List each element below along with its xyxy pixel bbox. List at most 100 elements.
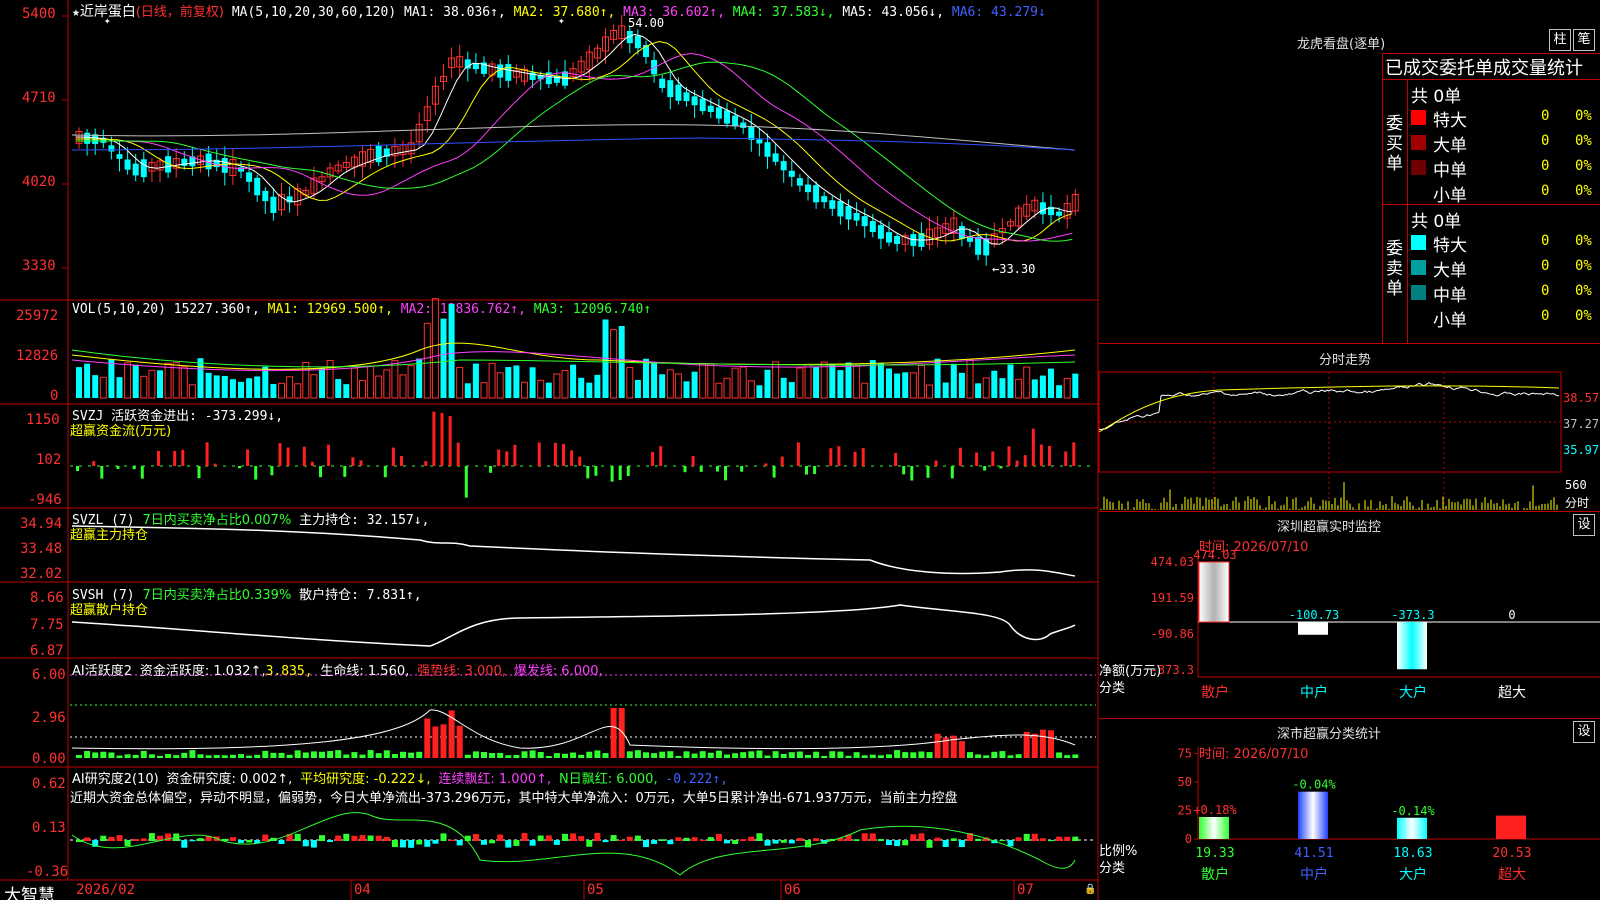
research-bar (586, 840, 593, 847)
research-bar (229, 837, 236, 841)
research-bar (999, 840, 1006, 842)
sell-row-swatch (1411, 235, 1426, 250)
research-bar (772, 840, 779, 844)
monitor-panel[interactable]: 深圳超赢实时监控 设 时间: 2026/07/10 474.03 191.59 -9… (1099, 511, 1600, 718)
ai2-chart[interactable] (0, 0, 1100, 900)
classify-bar (1397, 817, 1427, 839)
monitor-bar-label: -100.73 (1289, 608, 1340, 622)
research-bar (383, 836, 390, 841)
classify-ylabel: 比例% (1099, 844, 1137, 859)
research-bar (1064, 836, 1071, 841)
research-bar (448, 839, 455, 841)
research-bar (1039, 838, 1046, 841)
research-bar (367, 835, 374, 841)
sell-row-swatch (1411, 260, 1426, 275)
classify-value: 41.51 (1294, 846, 1333, 861)
research-bar (440, 833, 447, 841)
classify-value: 19.33 (1195, 846, 1234, 861)
buy-row-name: 中单 (1433, 161, 1467, 181)
sell-row-name: 中单 (1433, 286, 1467, 306)
sell-row-value: 0 (1541, 258, 1550, 274)
research-bar (594, 833, 601, 841)
intraday-panel[interactable]: 分时走势 38.57 37.27 35.97 560 分时 (1098, 343, 1600, 512)
lock-icon[interactable]: 🔒 (1084, 884, 1096, 895)
sell-row-name: 大单 (1433, 261, 1467, 281)
classify-xlabel: 分类 (1099, 861, 1125, 876)
classify-tick: 75 (1178, 747, 1192, 761)
monitor-bar-label: 474.03 (1193, 548, 1236, 562)
research-bar (400, 840, 406, 848)
monitor-bar (1397, 622, 1427, 670)
research-bar (310, 840, 317, 848)
bar-mode-button[interactable]: 柱 (1549, 29, 1571, 51)
date-tick: 04 (354, 882, 371, 898)
research-bar (788, 840, 795, 844)
research-bar (189, 840, 196, 842)
tick-mode-button[interactable]: 笔 (1573, 29, 1595, 51)
buy-row-pct: 0% (1575, 133, 1592, 149)
sell-row-pct: 0% (1575, 283, 1592, 299)
classify-category: 散户 (1201, 866, 1229, 883)
monitor-category: 散户 (1201, 684, 1229, 701)
research-bar (894, 840, 901, 847)
classify-bar (1199, 816, 1229, 839)
buy-row-value: 0 (1541, 158, 1550, 174)
sell-total: 共 0单 (1411, 212, 1462, 232)
sell-row-value: 0 (1541, 233, 1550, 249)
research-bar (424, 840, 431, 847)
research-bar (537, 835, 544, 841)
research-bar (472, 834, 479, 841)
classify-panel[interactable]: 深市超赢分类统计 设 时间: 2026/07/10 75 50 25 0 +0.18% 1… (1099, 718, 1600, 900)
buy-row-value: 0 (1541, 108, 1550, 124)
classify-tick: 50 (1178, 775, 1192, 789)
research-bar (707, 837, 714, 841)
intraday-vol-label: 分时 (1565, 496, 1590, 510)
date-tick: 07 (1017, 882, 1034, 898)
research-bar (116, 835, 123, 841)
classify-delta: -0.04% (1292, 778, 1336, 792)
research-bar (327, 840, 334, 842)
research-bar (100, 835, 107, 841)
research-bar (1048, 840, 1054, 842)
research-bar (578, 836, 585, 841)
monitor-tick: -90.86 (1151, 627, 1194, 641)
research-bar (740, 839, 747, 841)
intraday-vol-tick: 560 (1565, 478, 1587, 492)
classify-category: 超大 (1498, 867, 1526, 883)
research-bar (529, 840, 536, 846)
main-chart-area[interactable]: 5400 4710 4020 3330 ★近岸蛋白(日线，前复权) MA(5,1… (0, 0, 1100, 900)
research-bar (132, 839, 139, 841)
classify-tick: 25 (1178, 804, 1192, 818)
intraday-tick: 35.97 (1563, 443, 1600, 457)
buy-row-swatch (1411, 185, 1426, 200)
research-bar (294, 833, 301, 841)
monitor-chart[interactable]: 474.03 191.59 -90.86 -373.3 474.03 散户 -100.73 中… (1099, 512, 1600, 719)
research-bar (521, 833, 528, 841)
intraday-tick: 37.27 (1563, 417, 1600, 431)
research-bar (667, 840, 674, 845)
sell-row-pct: 0% (1575, 258, 1592, 274)
research-bar (748, 836, 755, 841)
research-bar (626, 836, 633, 841)
research-bar (1056, 836, 1063, 841)
research-bar (877, 839, 884, 841)
classify-delta: -0.14% (1391, 804, 1435, 818)
research-bar (570, 833, 577, 841)
research-bar (732, 840, 739, 844)
monitor-category: 大户 (1399, 684, 1427, 701)
buy-row-swatch (1411, 135, 1426, 150)
buy-row-pct: 0% (1575, 108, 1592, 124)
research-bar (724, 840, 730, 844)
research-bar (302, 840, 309, 847)
research-bar (246, 840, 253, 843)
research-bar (140, 838, 147, 841)
buy-row-swatch (1411, 110, 1426, 125)
brand-logo[interactable]: 大智慧 (4, 881, 55, 900)
classify-chart[interactable]: 75 50 25 0 +0.18% 19.33 散户 -0.04% 41.51 中户 -0.14% 1… (1099, 719, 1600, 900)
research-bar (683, 837, 690, 841)
intraday-chart[interactable] (1098, 344, 1600, 512)
date-tick: 06 (784, 882, 801, 898)
research-bar (958, 840, 965, 848)
buy-row-name: 大单 (1433, 136, 1467, 156)
classify-value: 18.63 (1393, 846, 1432, 861)
